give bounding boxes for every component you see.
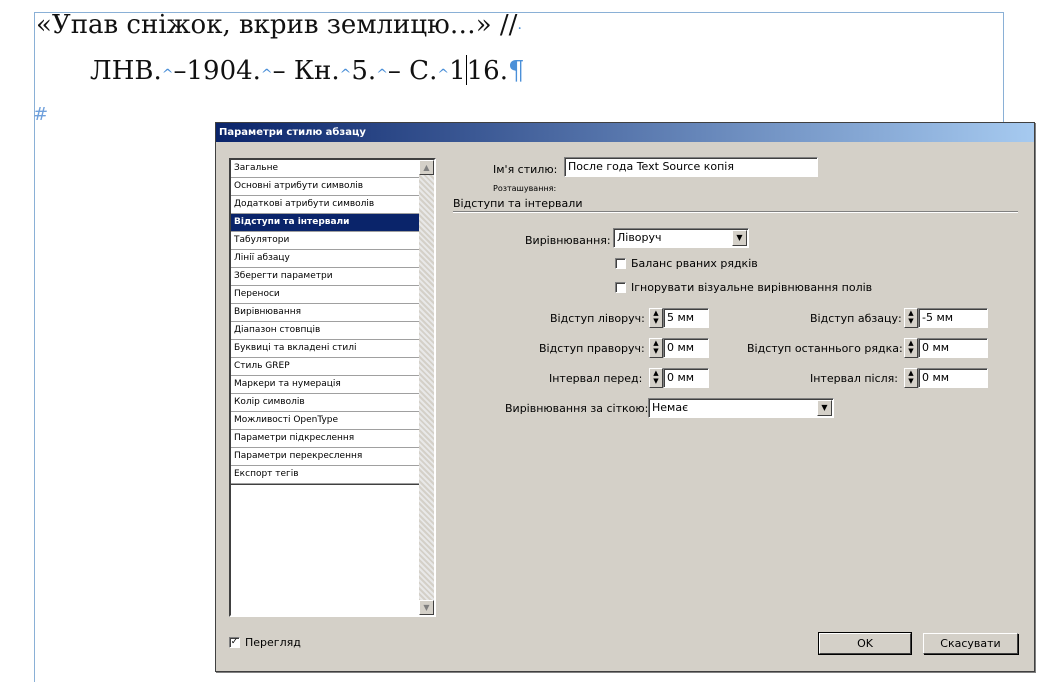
category-item[interactable]: Параметри підкреслення bbox=[231, 430, 419, 448]
category-item[interactable]: Можливості OpenType bbox=[231, 412, 419, 430]
nonbreaking-space-marker: ^ bbox=[260, 67, 273, 83]
nonbreaking-space-marker: ^ bbox=[161, 67, 174, 83]
last-line-indent-input[interactable]: 0 мм bbox=[918, 338, 988, 358]
alignment-label: Вирівнювання: bbox=[525, 234, 611, 247]
category-list-items: Загальне Основні атрибути символів Додатко… bbox=[231, 160, 419, 485]
doc-text-fragment: 1 bbox=[449, 56, 466, 86]
space-before-input[interactable]: 0 мм bbox=[663, 368, 709, 388]
last-line-indent-stepper[interactable]: ▲ ▼ bbox=[904, 338, 918, 358]
style-name-input[interactable]: После года Text Source копія bbox=[564, 157, 818, 177]
nonbreaking-space-marker: ^ bbox=[339, 67, 352, 83]
category-item[interactable]: Колір символів bbox=[231, 394, 419, 412]
category-item[interactable]: Стиль GREP bbox=[231, 358, 419, 376]
text-frame-right-edge bbox=[1003, 12, 1004, 127]
category-item[interactable]: Переноси bbox=[231, 286, 419, 304]
doc-text-fragment: 5. bbox=[351, 56, 377, 86]
space-after-input[interactable]: 0 мм bbox=[918, 368, 988, 388]
cancel-button[interactable]: Скасувати bbox=[923, 633, 1018, 654]
location-label: Розташування: bbox=[493, 184, 557, 193]
preview-label: Перегляд bbox=[245, 636, 301, 649]
space-before-label: Інтервал перед: bbox=[549, 372, 643, 385]
first-line-indent-stepper[interactable]: ▲ ▼ bbox=[904, 308, 918, 328]
paragraph-style-options-dialog: Параметри стилю абзацу Загальне Основні а… bbox=[215, 122, 1035, 672]
category-item[interactable]: Лінії абзацу bbox=[231, 250, 419, 268]
preview-checkbox[interactable]: ✓ bbox=[229, 637, 240, 648]
doc-text-fragment: 16. bbox=[466, 56, 508, 86]
doc-text-fragment: – Кн. bbox=[272, 56, 340, 86]
category-item[interactable]: Маркери та нумерація bbox=[231, 376, 419, 394]
chevron-down-icon[interactable]: ▼ bbox=[732, 230, 747, 246]
right-indent-label: Відступ праворуч: bbox=[539, 342, 645, 355]
category-list-end bbox=[231, 484, 419, 485]
align-to-grid-value: Немає bbox=[652, 401, 689, 414]
document-text-line-2[interactable]: ЛНВ.^–1904.^– Кн.^5.^– С.^116.¶ bbox=[90, 55, 525, 86]
alignment-select[interactable]: Ліворуч ▼ bbox=[613, 228, 749, 248]
dialog-title[interactable]: Параметри стилю абзацу bbox=[216, 123, 1034, 142]
section-title: Відступи та інтервали bbox=[453, 197, 583, 210]
category-item[interactable]: Експорт тегів bbox=[231, 466, 419, 484]
document-text-line-1[interactable]: «Упав сніжок, вкрив землицю…» //· bbox=[36, 10, 522, 40]
category-item[interactable]: Вирівнювання bbox=[231, 304, 419, 322]
ignore-optical-margin-checkbox[interactable] bbox=[615, 282, 626, 293]
left-indent-label: Відступ ліворуч: bbox=[550, 312, 645, 325]
align-to-grid-label: Вирівнювання за сіткою: bbox=[505, 402, 649, 415]
category-item[interactable]: Параметри перекреслення bbox=[231, 448, 419, 466]
first-line-indent-input[interactable]: -5 мм bbox=[918, 308, 988, 328]
nonbreaking-space-marker: ^ bbox=[437, 67, 450, 83]
space-after-label: Інтервал після: bbox=[810, 372, 898, 385]
space-after-stepper[interactable]: ▲ ▼ bbox=[904, 368, 918, 388]
alignment-value: Ліворуч bbox=[617, 231, 662, 244]
category-item[interactable]: Табулятори bbox=[231, 232, 419, 250]
scroll-up-icon[interactable]: ▲ bbox=[419, 160, 434, 175]
section-divider bbox=[453, 211, 1018, 213]
chevron-down-icon[interactable]: ▼ bbox=[817, 400, 832, 416]
end-of-story-marker: # bbox=[33, 104, 49, 125]
category-item[interactable]: Основні атрибути символів bbox=[231, 178, 419, 196]
category-item[interactable]: Додаткові атрибути символів bbox=[231, 196, 419, 214]
doc-text-fragment: – С. bbox=[387, 56, 438, 86]
checkmark-icon: ✓ bbox=[230, 637, 239, 647]
document-line-1-text: «Упав сніжок, вкрив землицю…» // bbox=[36, 10, 518, 40]
nonbreaking-space-marker: ^ bbox=[376, 67, 388, 83]
first-line-indent-label: Відступ абзацу: bbox=[810, 312, 902, 325]
ok-button[interactable]: OK bbox=[818, 632, 912, 655]
doc-text-fragment: ЛНВ. bbox=[90, 56, 162, 86]
balance-ragged-lines-label: Баланс рваних рядків bbox=[631, 257, 758, 270]
balance-ragged-lines-checkbox[interactable] bbox=[615, 258, 626, 269]
right-indent-stepper[interactable]: ▲ ▼ bbox=[649, 338, 663, 358]
left-indent-stepper[interactable]: ▲ ▼ bbox=[649, 308, 663, 328]
right-indent-input[interactable]: 0 мм bbox=[663, 338, 709, 358]
last-line-indent-label: Відступ останнього рядка: bbox=[747, 342, 903, 355]
category-item[interactable]: Відступи та інтервали bbox=[231, 214, 419, 232]
category-item[interactable]: Зберегти параметри bbox=[231, 268, 419, 286]
style-name-label: Ім'я стилю: bbox=[493, 163, 558, 176]
category-item[interactable]: Буквиці та вкладені стилі bbox=[231, 340, 419, 358]
space-before-stepper[interactable]: ▲ ▼ bbox=[649, 368, 663, 388]
ignore-optical-margin-label: Ігнорувати візуальне вирівнювання полів bbox=[631, 281, 873, 294]
category-list[interactable]: Загальне Основні атрибути символів Додатко… bbox=[229, 158, 436, 617]
doc-text-fragment: –1904. bbox=[173, 56, 261, 86]
category-item[interactable]: Діапазон стовпців bbox=[231, 322, 419, 340]
align-to-grid-select[interactable]: Немає ▼ bbox=[648, 398, 834, 418]
left-indent-input[interactable]: 5 мм bbox=[663, 308, 709, 328]
space-marker: · bbox=[517, 21, 522, 37]
category-item[interactable]: Загальне bbox=[231, 160, 419, 178]
scroll-down-icon[interactable]: ▼ bbox=[419, 600, 434, 615]
pilcrow-icon: ¶ bbox=[508, 56, 525, 86]
category-list-scrollbar[interactable]: ▲ ▼ bbox=[419, 160, 434, 615]
